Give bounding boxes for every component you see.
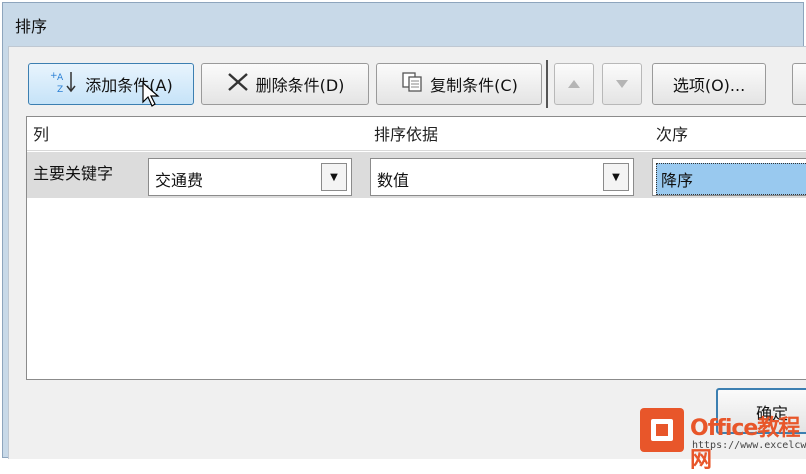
options-label: 选项(O)... — [672, 76, 746, 95]
row-label: 主要关键字 — [33, 164, 114, 183]
watermark-url: https://www.excelcw.com — [692, 440, 806, 451]
svg-text:Z: Z — [57, 85, 63, 95]
move-down-button[interactable] — [602, 63, 642, 105]
chevron-down-icon[interactable]: ▼ — [321, 163, 347, 191]
svg-text:A: A — [57, 73, 64, 83]
sort-on-value: 数值 — [377, 171, 410, 190]
watermark: Office教程网 https://www.excelcw.com — [640, 408, 806, 473]
column-header-col: 列 — [33, 125, 50, 144]
copy-condition-button[interactable]: 复制条件(C) — [376, 63, 542, 105]
delete-x-icon — [226, 71, 250, 97]
order-select[interactable]: 降序 — [652, 158, 806, 196]
copy-condition-label: 复制条件(C) — [430, 76, 518, 95]
delete-condition-button[interactable]: 删除条件(D) — [201, 63, 369, 105]
sort-on-select[interactable]: 数值 ▼ — [370, 158, 634, 196]
toolbar-separator — [546, 60, 548, 108]
options-button[interactable]: 选项(O)... — [652, 63, 766, 105]
order-value: 降序 — [656, 163, 806, 195]
header-divider — [27, 150, 806, 151]
arrow-up-icon — [566, 75, 582, 94]
column-header-order: 次序 — [656, 125, 689, 144]
copy-icon — [400, 70, 424, 98]
partial-right-button[interactable] — [792, 63, 806, 105]
key-column-select[interactable]: 交通费 ▼ — [148, 158, 352, 196]
mouse-cursor-icon — [142, 81, 160, 112]
add-sort-icon: + A Z — [49, 69, 79, 99]
delete-condition-label: 删除条件(D) — [255, 76, 345, 95]
dialog-title: 排序 — [15, 17, 48, 36]
move-up-button[interactable] — [554, 63, 594, 105]
add-condition-button[interactable]: + A Z 添加条件(A) — [28, 63, 194, 105]
arrow-down-icon — [614, 75, 630, 94]
chevron-down-icon[interactable]: ▼ — [603, 163, 629, 191]
column-header-sort-on: 排序依据 — [374, 125, 439, 144]
office-logo-icon — [640, 408, 684, 452]
key-column-value: 交通费 — [155, 171, 204, 190]
